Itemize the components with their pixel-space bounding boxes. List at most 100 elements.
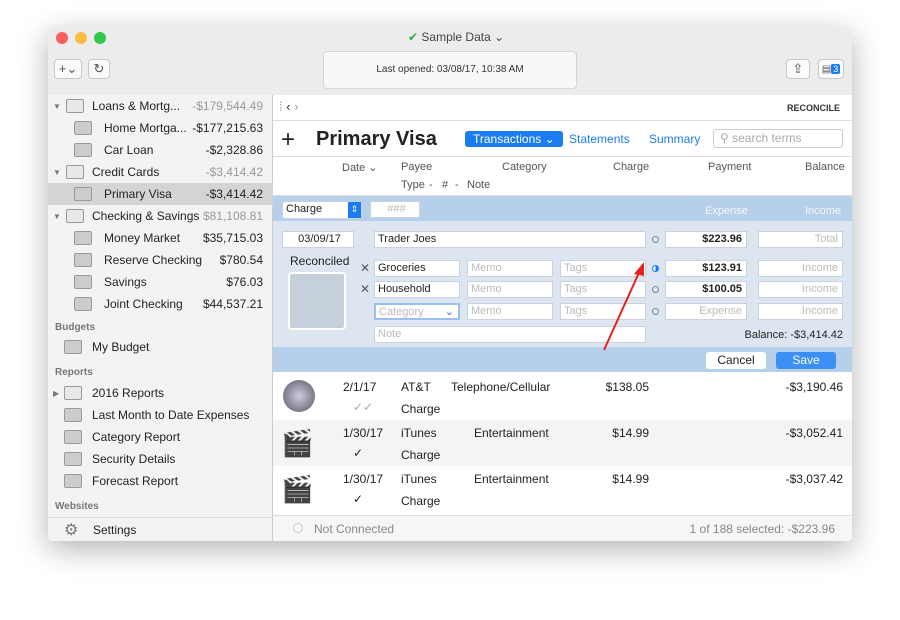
report-name: Last Month to Date Expenses bbox=[92, 408, 250, 422]
col-number[interactable]: # bbox=[442, 179, 448, 191]
total-income-input[interactable]: Total bbox=[758, 231, 843, 248]
connection-status: Not Connected bbox=[314, 522, 395, 536]
account-balance: -$3,414.42 bbox=[205, 187, 263, 201]
col-balance[interactable]: Balance bbox=[805, 161, 845, 173]
reconciled-check-icon[interactable]: ✓ bbox=[353, 446, 363, 460]
col-category[interactable]: Category bbox=[502, 161, 547, 173]
zoom-button[interactable] bbox=[94, 32, 106, 44]
tab-statements[interactable]: Statements bbox=[569, 132, 630, 146]
sidebar-item-account[interactable]: Home Mortga... -$177,215.63 bbox=[48, 117, 273, 139]
col-charge[interactable]: Charge bbox=[613, 161, 649, 173]
sidebar-item-account[interactable]: Money Market $35,715.03 bbox=[48, 227, 273, 249]
split-amount-input[interactable]: $100.05 bbox=[665, 281, 747, 298]
disclosure-triangle-icon[interactable]: ▼ bbox=[53, 102, 61, 111]
globe-icon bbox=[283, 380, 315, 412]
minimize-button[interactable] bbox=[75, 32, 87, 44]
split-amount-input[interactable]: $123.91 bbox=[665, 260, 747, 277]
sidebar-item-account[interactable]: Joint Checking $44,537.21 bbox=[48, 293, 273, 315]
category-select[interactable]: Category ⌄ bbox=[374, 303, 460, 320]
account-name: Money Market bbox=[104, 231, 181, 245]
sidebar-item-report[interactable]: ▶ 2016 Reports bbox=[48, 382, 273, 404]
refresh-button[interactable]: ↻ bbox=[88, 59, 110, 79]
expense-input[interactable]: Expense bbox=[665, 303, 747, 320]
memo-input[interactable]: Memo bbox=[467, 303, 553, 320]
remove-split-icon[interactable]: ✕ bbox=[360, 282, 370, 296]
income-input[interactable]: Income bbox=[758, 260, 843, 277]
split-category-input[interactable]: Groceries bbox=[374, 260, 460, 277]
budget-icon bbox=[64, 340, 82, 354]
sidebar-item-account[interactable]: Car Loan -$2,328.86 bbox=[48, 139, 273, 161]
transaction-row[interactable]: 2/1/17 ✓✓ AT&T Charge Telephone/Cellular… bbox=[273, 374, 852, 420]
status-bar: Not Connected 1 of 188 selected: -$223.9… bbox=[273, 515, 852, 541]
check-number-input[interactable]: ### bbox=[370, 201, 420, 218]
cleared-indicator[interactable] bbox=[652, 265, 659, 272]
tx-date: 1/30/17 bbox=[343, 426, 384, 440]
income-input[interactable]: Income bbox=[758, 303, 843, 320]
add-transaction-button[interactable]: + bbox=[281, 126, 295, 154]
sidebar-item-report[interactable]: Security Details bbox=[48, 448, 273, 470]
tab-summary[interactable]: Summary bbox=[649, 132, 700, 146]
tx-type: Charge bbox=[401, 402, 441, 416]
export-button[interactable]: ⇪ bbox=[786, 59, 810, 79]
transaction-row[interactable]: 🎬 1/30/17 ✓ iTunes Charge Entertainment $… bbox=[273, 466, 852, 512]
search-input[interactable]: ⚲ search terms bbox=[713, 129, 843, 148]
account-balance: -$3,414.42 bbox=[205, 165, 263, 179]
reconciled-toggle[interactable] bbox=[288, 272, 346, 330]
report-icon bbox=[64, 408, 82, 422]
split-category-input[interactable]: Household bbox=[374, 281, 460, 298]
sidebar-item-account[interactable]: Reserve Checking $780.54 bbox=[48, 249, 273, 271]
payee-input[interactable]: Trader Joes bbox=[374, 231, 646, 248]
notifications-button[interactable]: ▤ 3 bbox=[818, 59, 844, 79]
websites-section-label: Websites bbox=[55, 501, 99, 512]
sidebar-item-account[interactable]: Savings $76.03 bbox=[48, 271, 273, 293]
disclosure-triangle-icon[interactable]: ▼ bbox=[53, 168, 61, 177]
income-input[interactable]: Income bbox=[758, 281, 843, 298]
sidebar-item-my-budget[interactable]: My Budget bbox=[48, 336, 273, 358]
add-menu-button[interactable]: +⌄ bbox=[54, 59, 82, 79]
close-button[interactable] bbox=[56, 32, 68, 44]
transaction-row[interactable]: 🎬 1/30/17 ✓ iTunes Charge Entertainment $… bbox=[273, 420, 852, 466]
sidebar-item-account[interactable]: ▼ Checking & Savings $81,108.81 bbox=[48, 205, 273, 227]
account-name: Home Mortga... bbox=[104, 121, 187, 135]
disclosure-triangle-icon[interactable]: ▶ bbox=[53, 389, 59, 398]
account-icon bbox=[74, 253, 92, 267]
col-date[interactable]: Date ⌄ bbox=[342, 161, 378, 174]
cleared-indicator[interactable] bbox=[652, 286, 659, 293]
cleared-indicator[interactable] bbox=[652, 308, 659, 315]
account-name: Loans & Mortg... bbox=[92, 99, 181, 113]
memo-input[interactable]: Memo bbox=[467, 281, 553, 298]
tab-transactions[interactable]: Transactions ⌄ bbox=[465, 131, 563, 147]
tx-charge: $14.99 bbox=[612, 472, 649, 486]
remove-split-icon[interactable]: ✕ bbox=[360, 261, 370, 275]
status-display: Last opened: 03/08/17, 10:38 AM bbox=[323, 51, 577, 89]
date-input[interactable]: 03/09/17 bbox=[282, 231, 354, 248]
sidebar-item-account[interactable]: ▼ Loans & Mortg... -$179,544.49 bbox=[48, 95, 273, 117]
forward-button[interactable]: › bbox=[294, 99, 298, 114]
account-balance: $81,108.81 bbox=[202, 209, 263, 223]
sidebar-item-report[interactable]: Forecast Report bbox=[48, 470, 273, 492]
sidebar-item-report[interactable]: Last Month to Date Expenses bbox=[48, 404, 273, 426]
cancel-button[interactable]: Cancel bbox=[706, 352, 766, 369]
col-payment[interactable]: Payment bbox=[708, 161, 751, 173]
sidebar-item-account[interactable]: ▼ Credit Cards -$3,414.42 bbox=[48, 161, 273, 183]
cleared-indicator[interactable] bbox=[652, 236, 659, 243]
sidebar-item-report[interactable]: Category Report bbox=[48, 426, 273, 448]
report-icon bbox=[64, 430, 82, 444]
col-type[interactable]: Type bbox=[401, 179, 425, 191]
back-button[interactable]: ‹ bbox=[286, 99, 294, 114]
sidebar-item-settings[interactable]: ⚙ Settings bbox=[48, 517, 273, 541]
save-button[interactable]: Save bbox=[776, 352, 836, 369]
reconcile-button[interactable]: RECONCILE bbox=[787, 103, 840, 113]
type-select[interactable]: Charge ⇕ bbox=[282, 201, 362, 219]
col-payee[interactable]: Payee bbox=[401, 161, 432, 173]
memo-input[interactable]: Memo bbox=[467, 260, 553, 277]
connection-icon bbox=[293, 523, 303, 533]
col-note[interactable]: Note bbox=[467, 179, 490, 191]
sidebar-item-account[interactable]: Primary Visa -$3,414.42 bbox=[48, 183, 273, 205]
tx-date: 1/30/17 bbox=[343, 472, 384, 486]
total-amount-input[interactable]: $223.96 bbox=[665, 231, 747, 248]
reconciled-check-icon[interactable]: ✓ bbox=[353, 492, 363, 506]
disclosure-triangle-icon[interactable]: ▼ bbox=[53, 212, 61, 221]
account-name: Primary Visa bbox=[104, 187, 172, 201]
reconciled-check-icon[interactable]: ✓✓ bbox=[353, 400, 373, 414]
